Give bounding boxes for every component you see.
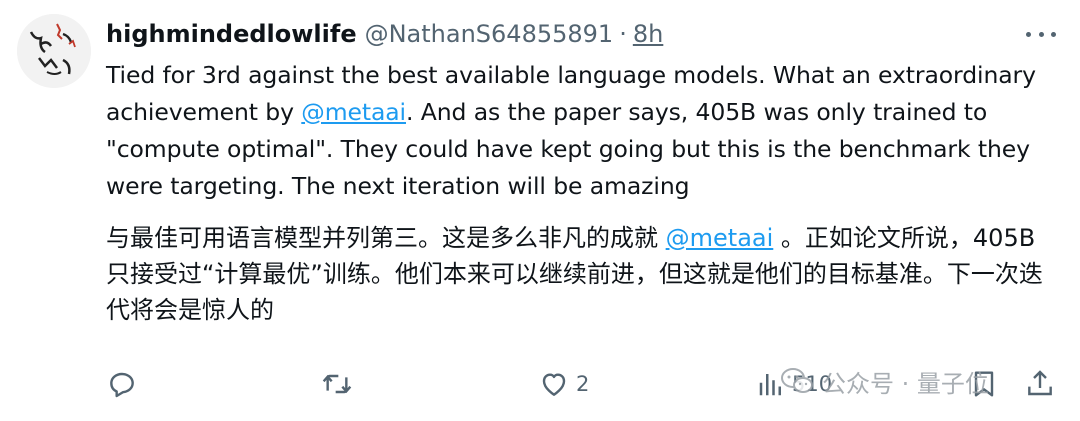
timestamp-link[interactable]: 8h [633, 20, 663, 48]
avatar-drawing-icon [17, 14, 91, 88]
watermark-text: 公众号 · 量子位 [822, 369, 989, 398]
like-count: 2 [576, 372, 590, 396]
more-horizontal-icon [1026, 31, 1031, 37]
heart-icon [542, 373, 566, 396]
display-name[interactable]: highmindedlowlife [106, 20, 357, 48]
tweet-text-zh-part1: 与最佳可用语言模型并列第三。这是多么非凡的成就 [106, 224, 666, 252]
more-horizontal-icon-dot [1051, 31, 1056, 37]
tweet-text-english: Tied for 3rd against the best available … [106, 57, 1056, 205]
share-icon [1028, 370, 1052, 396]
more-horizontal-icon-dot [1038, 31, 1044, 37]
separator-dot: · [619, 20, 627, 48]
retweet-button[interactable] [320, 366, 354, 402]
avatar[interactable] [17, 14, 91, 88]
more-options-button[interactable] [1026, 24, 1056, 44]
tweet-header: highmindedlowlife @NathanS64855891 · 8h [106, 17, 663, 51]
share-button[interactable] [1024, 366, 1056, 402]
mention-link[interactable]: @metaai [301, 98, 406, 126]
reply-button[interactable] [106, 366, 138, 402]
wechat-icon [781, 368, 813, 393]
like-button[interactable]: 2 [538, 366, 589, 402]
mention-link[interactable]: @metaai [666, 224, 774, 252]
reply-icon [110, 372, 134, 398]
tweet: highmindedlowlife @NathanS64855891 · 8h … [0, 0, 1080, 421]
user-handle[interactable]: @NathanS64855891 [365, 20, 614, 48]
watermark: 公众号 · 量子位 [780, 364, 989, 398]
tweet-text-chinese: 与最佳可用语言模型并列第三。这是多么非凡的成就 @metaai 。正如论文所说，… [106, 220, 1056, 328]
retweet-icon [322, 374, 352, 394]
